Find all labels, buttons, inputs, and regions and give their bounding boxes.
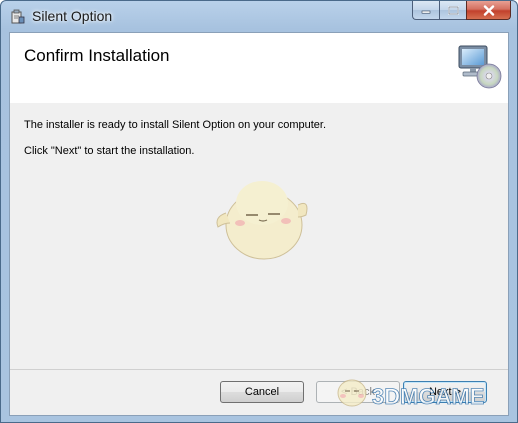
dialog-client-area: Confirm Installation The installer is re… <box>9 32 509 416</box>
installer-app-icon <box>11 9 25 24</box>
computer-cd-icon <box>458 45 502 89</box>
page-title: Confirm Installation <box>24 46 170 65</box>
header-banner: Confirm Installation <box>10 33 508 103</box>
installer-window: Silent Option Confirm Installation The i… <box>0 0 518 423</box>
minimize-button[interactable] <box>412 1 439 20</box>
title-bar[interactable]: Silent Option <box>1 1 517 33</box>
logo-text: 3DMGAME <box>372 384 484 409</box>
mascot-watermark <box>216 181 308 260</box>
maximize-button[interactable] <box>439 1 466 20</box>
ready-message: The installer is ready to install Silent… <box>24 119 327 131</box>
maximize-icon <box>447 5 459 15</box>
window-title: Silent Option <box>32 8 113 24</box>
banner-divider <box>10 102 508 103</box>
instruction-message: Click "Next" to start the installation. <box>24 145 195 157</box>
3dmgame-logo-watermark: 3DMGAME <box>337 379 485 409</box>
close-button[interactable] <box>466 1 511 20</box>
cancel-button[interactable]: Cancel <box>220 381 304 403</box>
close-icon <box>483 4 494 16</box>
caption-buttons <box>412 1 511 21</box>
minimize-icon <box>421 10 431 14</box>
